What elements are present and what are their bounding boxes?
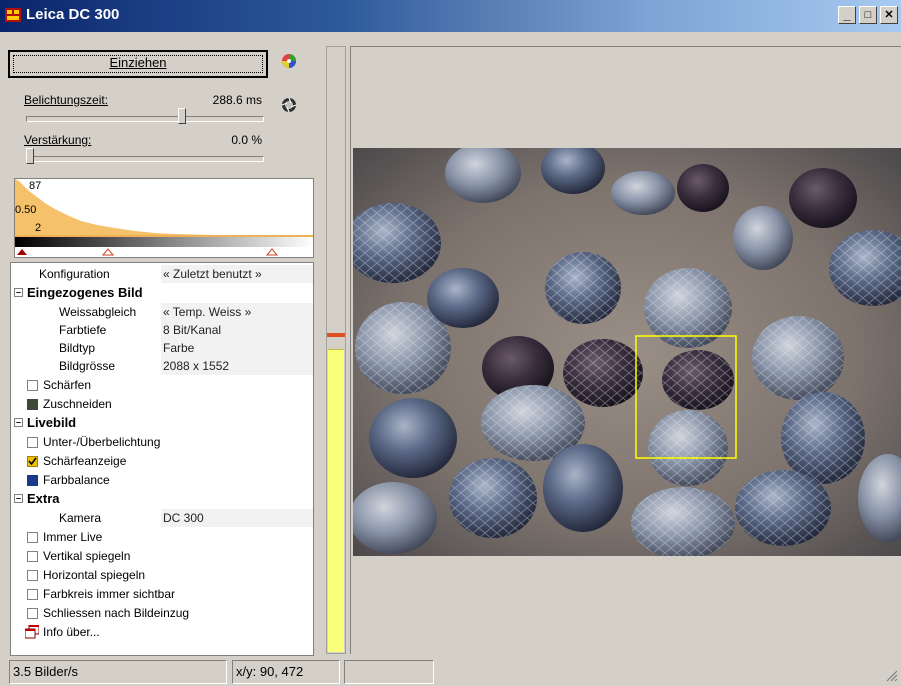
color-depth-row[interactable]: Farbtiefe 8 Bit/Kanal bbox=[11, 321, 313, 339]
color-depth-label: Farbtiefe bbox=[59, 323, 107, 337]
live-image[interactable] bbox=[353, 148, 901, 556]
crop-row[interactable]: Zuschneiden bbox=[11, 395, 311, 413]
flip-h-label: Horizontal spiegeln bbox=[43, 568, 146, 582]
resize-grip-icon[interactable] bbox=[886, 670, 898, 682]
extra-section[interactable]: – Extra bbox=[11, 490, 311, 508]
gamma-marker[interactable] bbox=[101, 248, 115, 256]
histogram-fill bbox=[15, 179, 313, 237]
exposure-slider-thumb[interactable] bbox=[178, 108, 186, 124]
camera-value[interactable]: DC 300 bbox=[161, 509, 313, 527]
image-type-row[interactable]: Bildtyp Farbe bbox=[11, 339, 313, 357]
settings-tree[interactable]: Konfiguration « Zuletzt benutzt » – Eing… bbox=[10, 262, 314, 656]
status-extra bbox=[344, 660, 434, 684]
white-balance-value[interactable]: « Temp. Weiss » bbox=[161, 303, 313, 321]
camera-row[interactable]: Kamera DC 300 bbox=[11, 509, 313, 527]
colorwheel-label: Farbkreis immer sichtbar bbox=[43, 587, 176, 601]
close-after-row[interactable]: Schliessen nach Bildeinzug bbox=[11, 604, 311, 622]
gain-slider-track[interactable] bbox=[26, 156, 264, 162]
focus-row[interactable]: Schärfeanzeige bbox=[11, 452, 311, 470]
flip-v-checkbox[interactable] bbox=[27, 551, 38, 562]
title-bar[interactable] bbox=[0, 0, 901, 32]
always-live-checkbox[interactable] bbox=[27, 532, 38, 543]
level-meter-marker bbox=[327, 333, 345, 337]
colorbalance-icon[interactable] bbox=[27, 475, 38, 486]
status-fps: 3.5 Bilder/s bbox=[9, 660, 227, 684]
color-depth-value[interactable]: 8 Bit/Kanal bbox=[161, 321, 313, 339]
flip-v-label: Vertikal spiegeln bbox=[43, 549, 131, 563]
captured-section-title: Eingezogenes Bild bbox=[27, 285, 143, 300]
colorwheel-checkbox[interactable] bbox=[27, 589, 38, 600]
focus-checkbox[interactable] bbox=[27, 456, 38, 467]
always-live-row[interactable]: Immer Live bbox=[11, 528, 311, 546]
histogram-label-top: 87 bbox=[29, 180, 42, 192]
about-row[interactable]: Info über... bbox=[11, 623, 311, 641]
config-label: Konfiguration bbox=[39, 267, 110, 281]
colorwheel-row[interactable]: Farbkreis immer sichtbar bbox=[11, 585, 311, 603]
white-balance-row[interactable]: Weissabgleich « Temp. Weiss » bbox=[11, 303, 313, 321]
image-type-value[interactable]: Farbe bbox=[161, 339, 313, 357]
window-title: Leica DC 300 bbox=[26, 6, 120, 23]
histogram-label-low: 2 bbox=[35, 222, 42, 234]
exposure-check-label: Unter-/Überbelichtung bbox=[43, 435, 161, 449]
app-icon bbox=[5, 8, 21, 22]
level-meter-fill bbox=[328, 349, 344, 652]
crop-icon[interactable] bbox=[27, 399, 38, 410]
live-section-title: Livebild bbox=[27, 415, 77, 430]
sharpen-label: Schärfen bbox=[43, 378, 92, 392]
exposure-label: Belichtungszeit: bbox=[24, 93, 109, 107]
histogram-graph bbox=[15, 179, 313, 256]
colorbalance-row[interactable]: Farbbalance bbox=[11, 471, 311, 489]
white-balance-label: Weissabgleich bbox=[59, 305, 137, 319]
collapse-icon[interactable]: – bbox=[14, 288, 23, 297]
image-size-value[interactable]: 2088 x 1552 bbox=[161, 357, 313, 375]
colorbalance-label: Farbbalance bbox=[43, 473, 110, 487]
exposure-value: 288.6 ms bbox=[212, 93, 262, 107]
collapse-icon[interactable]: – bbox=[14, 494, 23, 503]
gain-label: Verstärkung: bbox=[24, 133, 92, 147]
extra-section-title: Extra bbox=[27, 491, 60, 506]
image-size-label: Bildgrösse bbox=[59, 359, 116, 373]
image-type-label: Bildtyp bbox=[59, 341, 96, 355]
config-value[interactable]: « Zuletzt benutzt » bbox=[161, 265, 313, 283]
black-point-marker[interactable] bbox=[17, 249, 27, 255]
exposure-check-checkbox[interactable] bbox=[27, 437, 38, 448]
flip-v-row[interactable]: Vertikal spiegeln bbox=[11, 547, 311, 565]
maximize-button[interactable]: □ bbox=[859, 6, 877, 24]
histogram-label-mid: 0.50 bbox=[15, 204, 37, 216]
live-section[interactable]: – Livebild bbox=[11, 414, 311, 432]
level-meter bbox=[326, 46, 346, 654]
capture-button[interactable]: Einziehen bbox=[8, 50, 268, 78]
image-viewer[interactable] bbox=[350, 46, 901, 654]
sharpen-row[interactable]: Schärfen bbox=[11, 376, 311, 394]
white-point-marker[interactable] bbox=[265, 248, 279, 256]
gain-value: 0.0 % bbox=[231, 133, 262, 147]
collapse-icon[interactable]: – bbox=[14, 418, 23, 427]
always-live-label: Immer Live bbox=[43, 530, 103, 544]
about-label: Info über... bbox=[43, 625, 100, 639]
color-wheel-icon[interactable] bbox=[280, 52, 298, 70]
close-after-label: Schliessen nach Bildeinzug bbox=[43, 606, 190, 620]
aperture-icon[interactable] bbox=[280, 96, 298, 114]
checkmark-icon bbox=[28, 457, 37, 466]
image-size-row[interactable]: Bildgrösse 2088 x 1552 bbox=[11, 357, 313, 375]
flip-h-row[interactable]: Horizontal spiegeln bbox=[11, 566, 311, 584]
close-after-checkbox[interactable] bbox=[27, 608, 38, 619]
flip-h-checkbox[interactable] bbox=[27, 570, 38, 581]
camera-label: Kamera bbox=[59, 511, 102, 525]
gray-ramp bbox=[15, 237, 313, 247]
close-button[interactable]: ✕ bbox=[880, 6, 898, 24]
minimize-button[interactable]: _ bbox=[838, 6, 856, 24]
focus-label: Schärfeanzeige bbox=[43, 454, 127, 468]
captured-section[interactable]: – Eingezogenes Bild bbox=[11, 284, 311, 302]
capture-button-label: Einziehen bbox=[109, 55, 167, 70]
windows-icon bbox=[24, 624, 40, 639]
status-coordinates: x/y: 90, 472 bbox=[232, 660, 340, 684]
exposure-check-row[interactable]: Unter-/Überbelichtung bbox=[11, 433, 311, 451]
histogram[interactable]: 87 0.50 2 bbox=[14, 178, 314, 258]
crop-label: Zuschneiden bbox=[43, 397, 112, 411]
config-row[interactable]: Konfiguration « Zuletzt benutzt » bbox=[11, 265, 313, 283]
gain-slider-thumb[interactable] bbox=[26, 148, 34, 164]
exposure-slider-track[interactable] bbox=[26, 116, 264, 122]
sharpen-checkbox[interactable] bbox=[27, 380, 38, 391]
